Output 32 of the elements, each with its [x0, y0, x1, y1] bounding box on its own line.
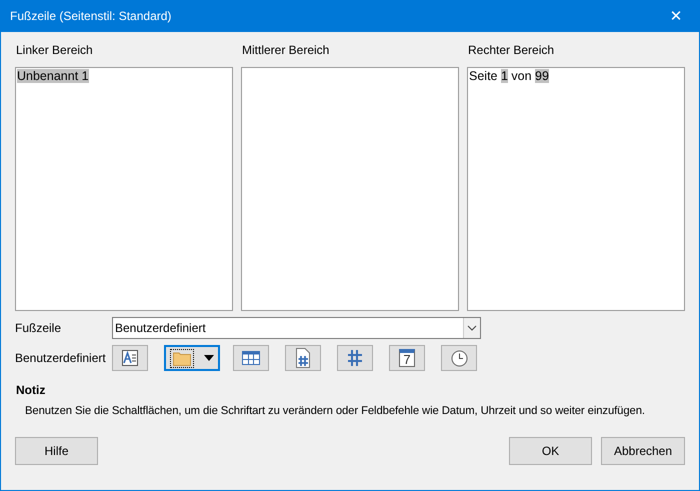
- calendar-icon: 7: [399, 349, 415, 367]
- page-number-button[interactable]: [285, 345, 321, 371]
- page-number-icon: [295, 348, 311, 368]
- help-button[interactable]: Hilfe: [15, 437, 98, 465]
- clock-icon: [450, 350, 468, 366]
- folder-icon: [173, 350, 191, 366]
- area-text: Seite 1 von 99: [469, 69, 549, 83]
- ok-button[interactable]: OK: [509, 437, 592, 465]
- note-title: Notiz: [16, 383, 46, 397]
- area-text: Unbenannt 1: [17, 69, 89, 83]
- time-button[interactable]: [441, 345, 477, 371]
- cancel-button[interactable]: Abbrechen: [601, 437, 685, 465]
- hash-icon: [347, 349, 363, 367]
- font-button[interactable]: [112, 345, 148, 371]
- font-icon: [121, 349, 139, 367]
- area-label: Rechter Bereich: [468, 43, 556, 57]
- page-count-button[interactable]: [337, 345, 373, 371]
- area-label: Linker Bereich: [16, 43, 94, 57]
- table-icon: [242, 351, 260, 365]
- area-editor[interactable]: Seite 1 von 99: [467, 67, 685, 311]
- area-label: Mittlerer Bereich: [242, 43, 330, 57]
- footer-dropdown[interactable]: Benutzerdefiniert: [112, 317, 481, 339]
- date-button[interactable]: 7: [389, 345, 425, 371]
- note-text: Benutzen Sie die Schaltflächen, um die Schriftart zu verändern oder Feldbefehle wie Datum, Uhrzeit und so weiter einzufügen.: [25, 405, 646, 417]
- footer-label: Fußzeile: [15, 321, 62, 335]
- window-title: Fußzeile (Seitenstil: Standard): [10, 9, 172, 23]
- caret-icon: [204, 355, 214, 361]
- area-editor[interactable]: Unbenannt 1: [15, 67, 233, 311]
- custom-label: Benutzerdefiniert: [15, 351, 107, 365]
- file-name-button[interactable]: [164, 345, 220, 371]
- close-button[interactable]: ✕: [653, 0, 699, 32]
- sheet-name-button[interactable]: [233, 345, 269, 371]
